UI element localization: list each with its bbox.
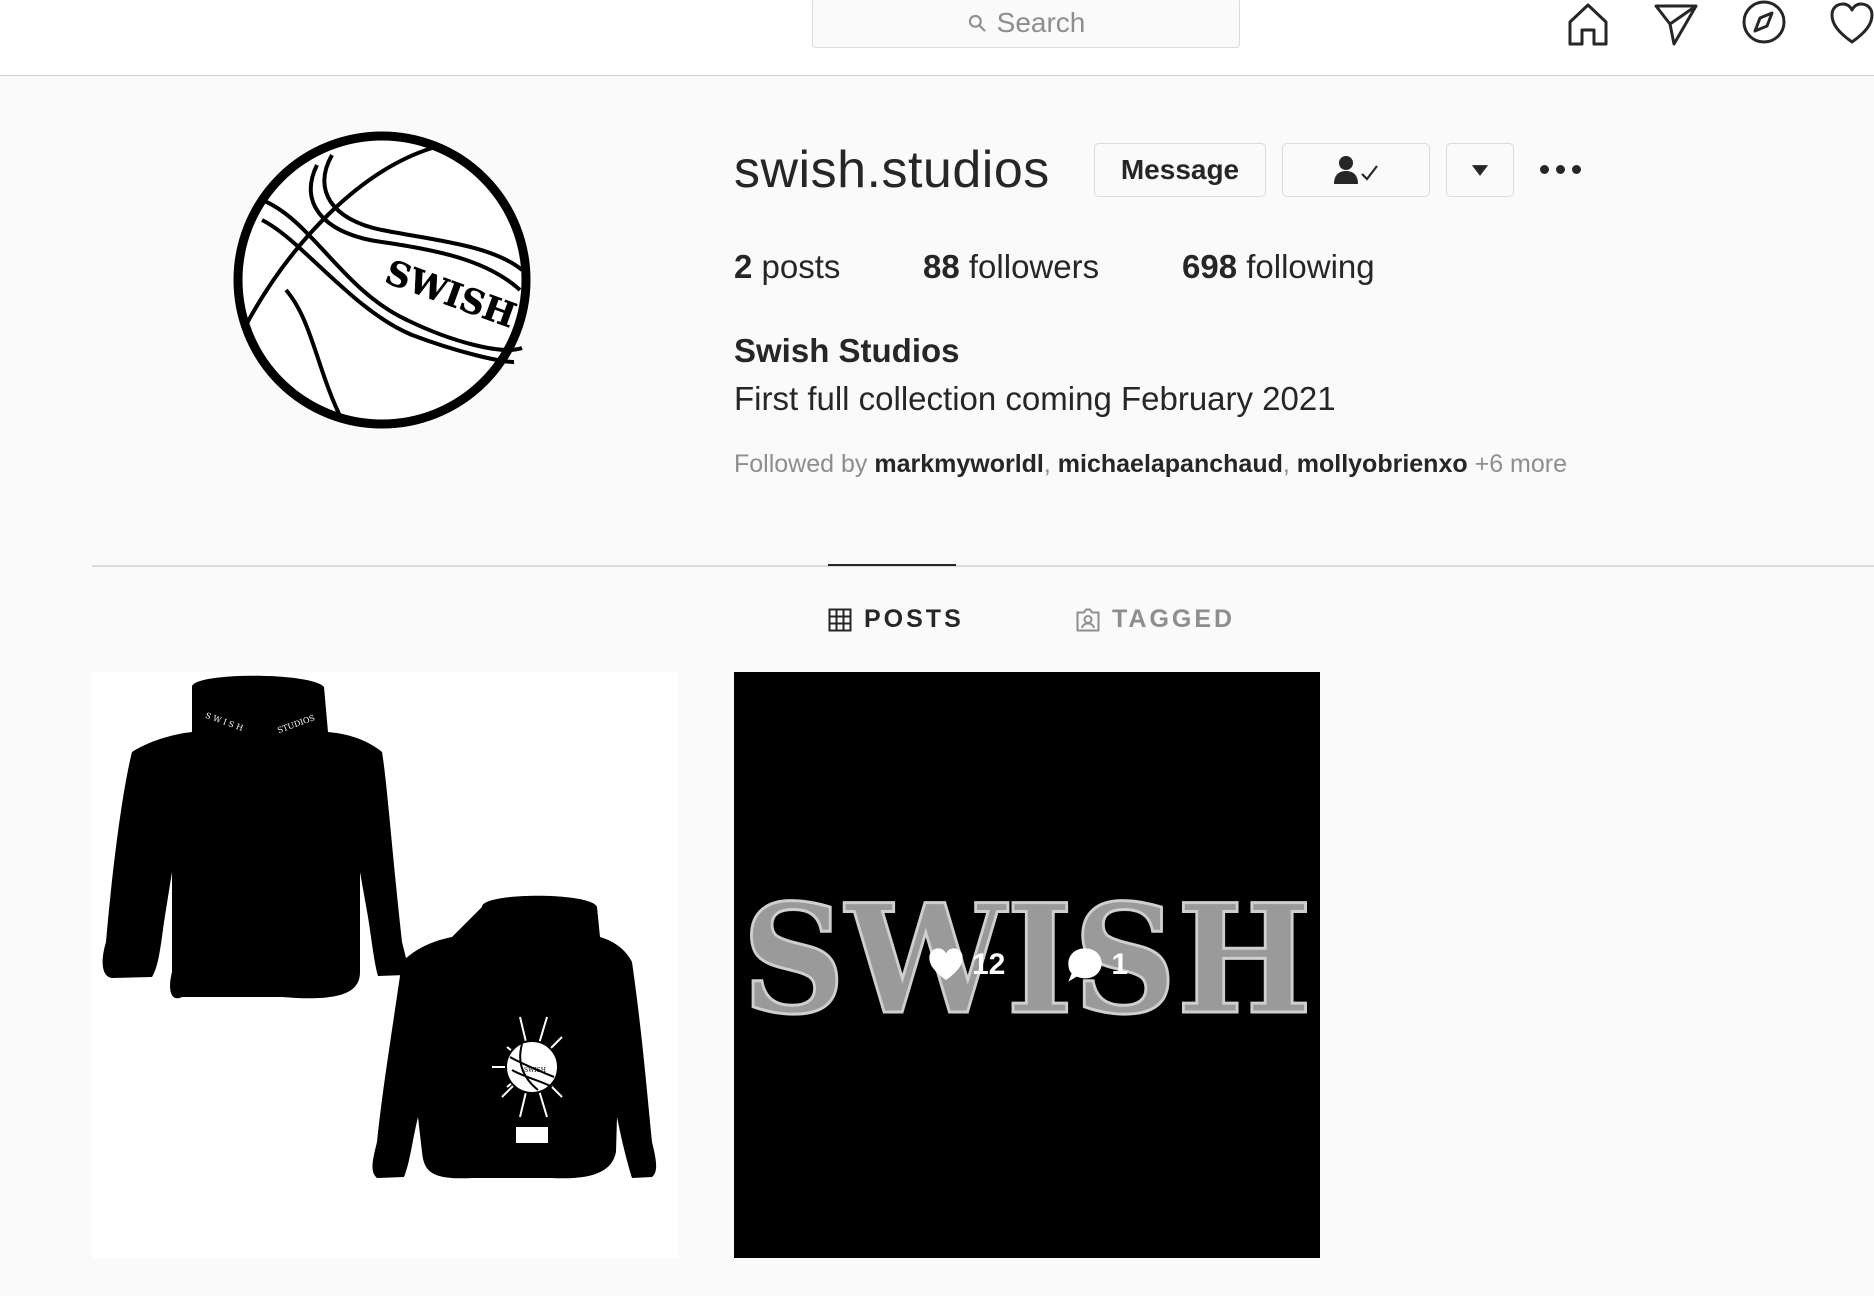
grid-icon: [828, 608, 852, 631]
search-placeholder: Search: [996, 7, 1086, 38]
posts-count: 2 posts: [734, 248, 841, 285]
comment-filled-icon: [1068, 948, 1103, 982]
search-icon: [968, 14, 986, 32]
svg-text:SWISH: SWISH: [524, 1067, 546, 1074]
suggested-accounts-dropdown-button[interactable]: [1446, 143, 1514, 197]
profile-username: swish.studios: [734, 141, 1050, 199]
hoodie-mockup-image: S W I S H STUDIOS SWISH: [102, 675, 657, 1179]
likes-count: 12: [926, 945, 1005, 985]
message-button[interactable]: Message: [1094, 143, 1266, 197]
tabs-divider: [92, 565, 1874, 567]
profile-bio: First full collection coming February 20…: [734, 380, 1336, 417]
person-check-icon: [1334, 156, 1378, 184]
post-thumbnail-swish-logo[interactable]: SWISH 12 1: [734, 672, 1320, 1258]
tab-tagged[interactable]: TAGGED: [1076, 605, 1235, 634]
followers-count[interactable]: 88 followers: [923, 248, 1099, 286]
more-followers-link[interactable]: +6 more: [1475, 450, 1567, 478]
followed-by-text[interactable]: Followed by markmyworldl, michaelapancha…: [734, 450, 1567, 479]
top-navigation-bar: Search: [0, 0, 1874, 76]
search-input[interactable]: Search: [812, 0, 1240, 48]
following-count[interactable]: 698 following: [1182, 248, 1375, 286]
post-hover-overlay: 12 1: [734, 672, 1320, 1258]
home-icon[interactable]: [1564, 0, 1612, 48]
more-options-icon[interactable]: [1540, 156, 1588, 182]
explore-icon[interactable]: [1740, 0, 1788, 48]
following-button[interactable]: [1282, 143, 1430, 197]
caret-down-icon: [1471, 164, 1489, 176]
post-thumbnail-hoodie[interactable]: S W I S H STUDIOS SWISH: [92, 672, 678, 1258]
activity-heart-icon[interactable]: [1828, 0, 1874, 48]
active-tab-indicator: [828, 564, 956, 566]
profile-avatar[interactable]: SWISH: [232, 130, 532, 430]
follower-link[interactable]: michaelapanchaud: [1058, 450, 1283, 478]
heart-filled-icon: [929, 948, 963, 980]
tab-posts[interactable]: POSTS: [828, 605, 964, 634]
direct-message-icon[interactable]: [1652, 0, 1700, 48]
follower-link[interactable]: markmyworldl: [874, 450, 1044, 478]
profile-full-name: Swish Studios: [734, 332, 960, 369]
comments-count: 1: [1065, 945, 1128, 985]
tagged-icon: [1076, 608, 1100, 631]
follower-link[interactable]: mollyobrienxo: [1297, 450, 1468, 478]
